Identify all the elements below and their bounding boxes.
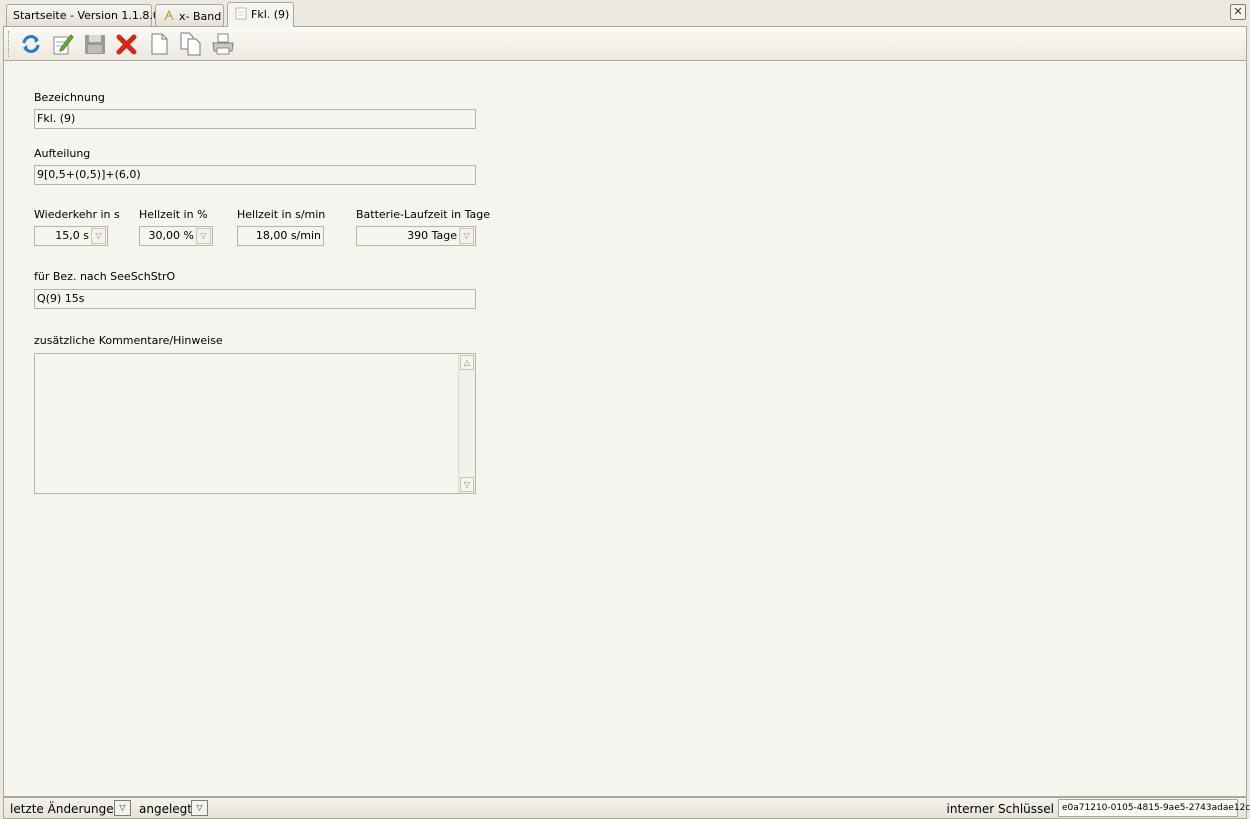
wiederkehr-value: 15,0 s — [55, 229, 89, 242]
tab-startseite[interactable]: Startseite - Version 1.1.8.0 — [6, 4, 160, 26]
delete-icon — [116, 34, 137, 55]
aufteilung-label: Aufteilung — [34, 147, 91, 160]
bezeichnung-field[interactable]: Fkl. (9) — [34, 109, 476, 129]
close-icon: ✕ — [1233, 5, 1243, 18]
tab-x-band[interactable]: x- Band — [155, 4, 224, 26]
document-icon — [234, 7, 248, 20]
hellzeit-smin-label: Hellzeit in s/min — [237, 208, 326, 221]
hellzeit-pct-value: 30,00 % — [148, 229, 194, 242]
save-button[interactable] — [83, 32, 107, 56]
antenna-icon — [162, 9, 176, 22]
edit-button[interactable] — [51, 32, 75, 56]
status-bar: letzte Änderungen ▽ angelegt ▽ interner … — [3, 797, 1250, 819]
copy-icon — [180, 32, 201, 56]
tab-label: x- Band — [179, 10, 222, 23]
edit-icon — [53, 34, 74, 55]
interner-schluessel-label: interner Schlüssel — [946, 802, 1054, 816]
wiederkehr-combo[interactable]: 15,0 s ▽ — [34, 226, 108, 246]
print-icon — [212, 33, 234, 55]
tab-label: Fkl. (9) — [251, 8, 290, 21]
hellzeit-smin-field[interactable]: 18,00 s/min — [237, 226, 324, 246]
close-tab-button[interactable]: ✕ — [1230, 4, 1246, 20]
kommentare-label: zusätzliche Kommentare/Hinweise — [34, 334, 223, 347]
hellzeit-pct-combo[interactable]: 30,00 % ▽ — [139, 226, 213, 246]
aufteilung-field[interactable]: 9[0,5+(0,5)]+(6,0) — [34, 165, 476, 185]
new-document-icon — [151, 33, 168, 55]
scroll-up-button[interactable]: △ — [460, 355, 474, 370]
tab-strip: Startseite - Version 1.1.8.0 x- Band Fkl… — [0, 0, 1250, 27]
batterie-value: 390 Tage — [407, 229, 457, 242]
refresh-icon — [22, 35, 40, 53]
new-document-button[interactable] — [147, 32, 171, 56]
document-frame: Bezeichnung Fkl. (9) Aufteilung 9[0,5+(0… — [3, 26, 1247, 797]
delete-button[interactable] — [115, 32, 139, 56]
hellzeit-pct-label: Hellzeit in % — [139, 208, 208, 221]
kommentare-textarea[interactable]: △ ▽ — [34, 353, 476, 494]
copy-button[interactable] — [179, 32, 203, 56]
letzte-aenderungen-label: letzte Änderungen — [10, 802, 122, 816]
angelegt-label: angelegt — [139, 802, 192, 816]
save-icon — [85, 35, 105, 54]
letzte-aenderungen-dropdown[interactable]: ▽ — [114, 800, 131, 816]
tab-label: Startseite - Version 1.1.8.0 — [13, 9, 160, 22]
vertical-scrollbar[interactable]: △ ▽ — [458, 354, 475, 493]
chevron-down-icon[interactable]: ▽ — [91, 228, 106, 244]
refresh-button[interactable] — [19, 32, 43, 56]
chevron-down-icon[interactable]: ▽ — [459, 228, 474, 244]
angelegt-dropdown[interactable]: ▽ — [191, 800, 208, 816]
tab-fkl-9[interactable]: Fkl. (9) — [227, 2, 294, 27]
batterie-label: Batterie-Laufzeit in Tage — [356, 208, 491, 221]
scroll-down-button[interactable]: ▽ — [460, 477, 474, 492]
interner-schluessel-value: e0a71210-0105-4815-9ae5-2743adae12c1 — [1058, 799, 1250, 817]
chevron-down-icon[interactable]: ▽ — [196, 228, 211, 244]
seeschstro-label: für Bez. nach SeeSchStrO — [34, 270, 176, 283]
toolbar-grip[interactable] — [8, 31, 11, 57]
toolbar — [4, 27, 1246, 61]
print-button[interactable] — [211, 32, 235, 56]
bezeichnung-label: Bezeichnung — [34, 91, 105, 104]
wiederkehr-label: Wiederkehr in s — [34, 208, 120, 221]
batterie-combo[interactable]: 390 Tage ▽ — [356, 226, 476, 246]
seeschstro-field[interactable]: Q(9) 15s — [34, 289, 476, 309]
